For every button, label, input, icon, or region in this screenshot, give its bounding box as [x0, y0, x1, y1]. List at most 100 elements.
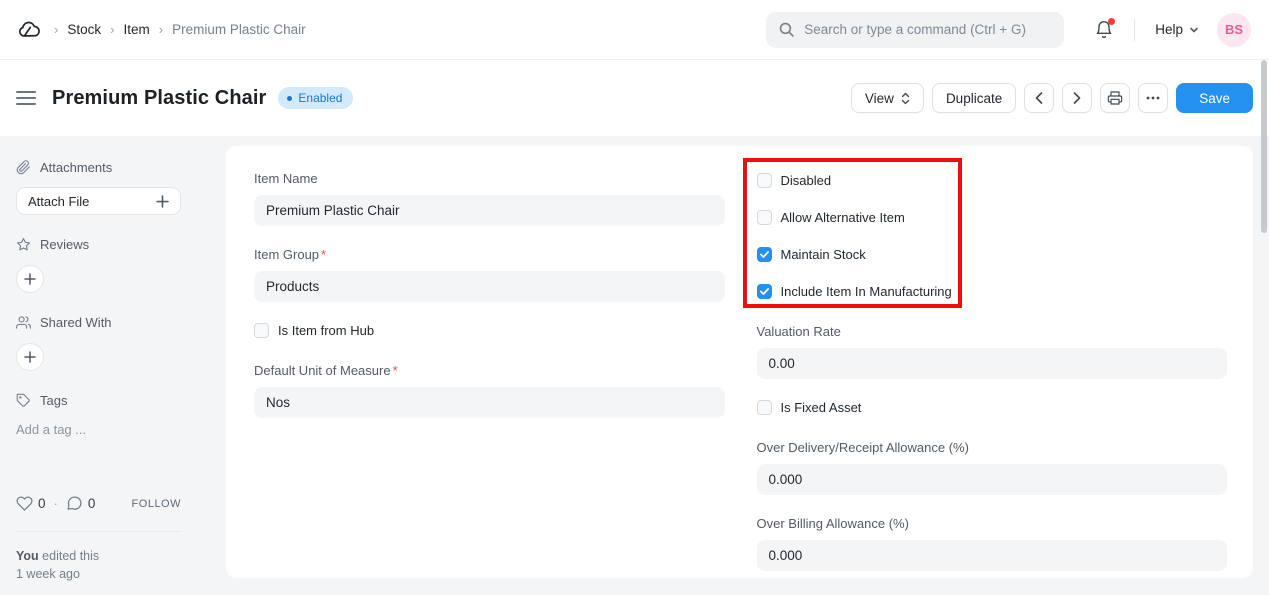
item-group-label: Item Group* [254, 247, 725, 262]
checkbox-icon[interactable] [757, 210, 772, 225]
page-body: Attachments Attach File Reviews Shared W… [0, 136, 1269, 595]
app-window: › Stock › Item › Premium Plastic Chair S… [0, 0, 1269, 595]
valuation-rate-input[interactable]: 0.00 [757, 348, 1228, 379]
duplicate-button-label: Duplicate [946, 91, 1002, 106]
users-icon [16, 315, 31, 330]
previous-document-button[interactable] [1024, 83, 1054, 113]
add-review-button[interactable] [16, 265, 44, 293]
is-item-from-hub-checkbox[interactable]: Is Item from Hub [254, 323, 725, 338]
attach-file-button[interactable]: Attach File [16, 187, 181, 215]
status-badge-label: Enabled [298, 91, 342, 105]
item-name-input[interactable]: Premium Plastic Chair [254, 195, 725, 226]
search-icon [778, 21, 795, 38]
vertical-scrollbar[interactable] [1261, 60, 1267, 233]
plus-icon [156, 195, 169, 208]
breadcrumb-current: Premium Plastic Chair [172, 22, 306, 37]
over-billing-allowance-input[interactable]: 0.000 [757, 540, 1228, 571]
allow-alternative-item-label: Allow Alternative Item [781, 210, 905, 225]
printer-icon [1107, 90, 1123, 106]
over-delivery-allowance-label: Over Delivery/Receipt Allowance (%) [757, 440, 1228, 455]
attachments-label: Attachments [40, 160, 112, 175]
add-tag-input[interactable]: Add a tag ... [16, 422, 181, 437]
form-sidebar: Attachments Attach File Reviews Shared W… [0, 136, 226, 595]
tag-icon [16, 393, 31, 408]
over-delivery-allowance-input[interactable]: 0.000 [757, 464, 1228, 495]
maintain-stock-label: Maintain Stock [781, 247, 866, 262]
status-dot-icon [287, 96, 292, 101]
notifications-button[interactable] [1094, 20, 1114, 40]
chevron-right-icon [1073, 92, 1081, 104]
breadcrumb-stock[interactable]: Stock [67, 22, 101, 37]
default-uom-input[interactable]: Nos [254, 387, 725, 418]
maintain-stock-checkbox[interactable]: Maintain Stock [757, 247, 1228, 262]
edited-by: You [16, 549, 39, 563]
reviews-section-header: Reviews [16, 237, 181, 252]
include-item-in-manufacturing-checkbox[interactable]: Include Item In Manufacturing [757, 284, 1228, 299]
comment-icon[interactable] [66, 495, 83, 512]
last-edited-info: You edited this 1 week ago [16, 547, 181, 583]
checkbox-icon[interactable] [757, 284, 772, 299]
add-share-button[interactable] [16, 343, 44, 371]
status-badge: Enabled [278, 87, 353, 109]
item-group-input[interactable]: Products [254, 271, 725, 302]
disabled-checkbox[interactable]: Disabled [757, 173, 1228, 188]
is-fixed-asset-checkbox[interactable]: Is Fixed Asset [757, 400, 1228, 415]
next-document-button[interactable] [1062, 83, 1092, 113]
checkbox-icon[interactable] [757, 247, 772, 262]
chevron-right-icon: › [159, 22, 163, 37]
likes-count: 0 [38, 496, 46, 511]
checkbox-icon[interactable] [757, 173, 772, 188]
select-chevrons-icon [901, 92, 910, 105]
notification-badge-dot [1108, 18, 1115, 25]
is-item-from-hub-label: Is Item from Hub [278, 323, 374, 338]
global-search-input[interactable]: Search or type a command (Ctrl + G) [766, 12, 1064, 48]
top-navbar: › Stock › Item › Premium Plastic Chair S… [0, 0, 1269, 60]
checkbox-icon[interactable] [254, 323, 269, 338]
print-button[interactable] [1100, 83, 1130, 113]
help-menu[interactable]: Help [1155, 22, 1199, 37]
user-avatar[interactable]: BS [1217, 13, 1251, 47]
dot-separator: · [54, 496, 58, 511]
required-marker: * [321, 247, 326, 262]
app-logo-cloud-icon[interactable] [16, 17, 42, 43]
chevron-down-icon [1189, 25, 1199, 35]
valuation-rate-field: Valuation Rate 0.00 [757, 324, 1228, 379]
form-column-left: Item Name Premium Plastic Chair Item Gro… [254, 171, 725, 578]
chevron-left-icon [1035, 92, 1043, 104]
is-fixed-asset-label: Is Fixed Asset [781, 400, 862, 415]
form-card: Item Name Premium Plastic Chair Item Gro… [226, 146, 1253, 578]
checkbox-icon[interactable] [757, 400, 772, 415]
disabled-label: Disabled [781, 173, 832, 188]
over-billing-allowance-field: Over Billing Allowance (%) 0.000 [757, 516, 1228, 571]
save-button[interactable]: Save [1176, 83, 1253, 113]
attach-file-label: Attach File [28, 194, 89, 209]
item-name-field: Item Name Premium Plastic Chair [254, 171, 725, 226]
search-placeholder: Search or type a command (Ctrl + G) [804, 22, 1026, 37]
heart-icon[interactable] [16, 495, 33, 512]
default-uom-field: Default Unit of Measure* Nos [254, 363, 725, 418]
tags-section-header: Tags [16, 393, 181, 408]
breadcrumb-item[interactable]: Item [123, 22, 149, 37]
sidebar-toggle-icon[interactable] [16, 91, 36, 105]
page-title: Premium Plastic Chair [52, 87, 266, 110]
view-button[interactable]: View [851, 83, 924, 113]
tags-label: Tags [40, 393, 67, 408]
follow-button[interactable]: FOLLOW [132, 498, 181, 510]
chevron-right-icon: › [54, 22, 58, 37]
ellipsis-icon [1146, 96, 1160, 100]
more-options-button[interactable] [1138, 83, 1168, 113]
item-group-field: Item Group* Products [254, 247, 725, 302]
plus-icon [24, 273, 36, 285]
sidebar-divider [16, 531, 181, 532]
valuation-rate-label: Valuation Rate [757, 324, 1228, 339]
social-row: 0 · 0 FOLLOW [16, 495, 181, 512]
comments-count: 0 [88, 496, 96, 511]
navbar-divider [1134, 19, 1135, 41]
over-billing-allowance-label: Over Billing Allowance (%) [757, 516, 1228, 531]
save-button-label: Save [1199, 91, 1230, 106]
help-label: Help [1155, 22, 1183, 37]
reviews-label: Reviews [40, 237, 89, 252]
required-marker: * [393, 363, 398, 378]
allow-alternative-item-checkbox[interactable]: Allow Alternative Item [757, 210, 1228, 225]
duplicate-button[interactable]: Duplicate [932, 83, 1016, 113]
